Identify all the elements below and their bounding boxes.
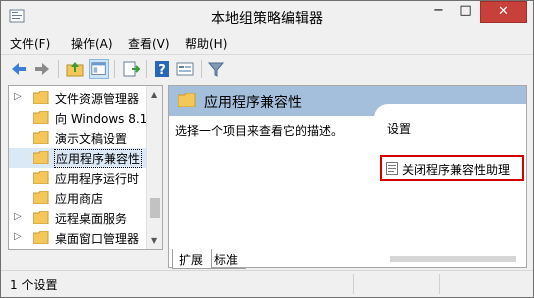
properties-icon[interactable] xyxy=(175,59,195,79)
policy-setting-icon xyxy=(386,162,398,175)
list-item[interactable]: 关闭程序兼容性助理 xyxy=(380,155,524,181)
navigation-tree[interactable]: ▷ 文件资源管理器 向 Windows 8.1 演示文稿设置 应用程序兼容性 应… xyxy=(8,85,163,250)
toolbar-separator xyxy=(201,60,202,78)
toolbar: ? xyxy=(1,54,533,82)
toolbar-separator xyxy=(114,60,115,78)
toolbar-separator xyxy=(146,60,147,78)
folder-icon xyxy=(33,211,49,224)
tree-item-label: 应用程序兼容性 xyxy=(54,149,143,168)
folder-icon xyxy=(33,91,49,104)
back-arrow-icon[interactable] xyxy=(9,59,29,79)
details-title: 应用程序兼容性 xyxy=(204,95,302,111)
list-column-header[interactable]: 设置 xyxy=(387,120,411,137)
menu-action[interactable]: 操作(A) xyxy=(71,35,113,52)
description-text: 选择一个项目来查看它的描述。 xyxy=(175,124,344,138)
status-divider xyxy=(353,274,354,294)
tab-extended[interactable]: 扩展 xyxy=(172,249,212,269)
status-divider xyxy=(439,274,440,294)
chevron-right-icon[interactable]: ▷ xyxy=(14,211,22,222)
menu-help[interactable]: 帮助(H) xyxy=(185,35,227,52)
tree-item-label: 桌面窗口管理器 xyxy=(55,232,140,246)
maximize-button[interactable]: □ xyxy=(452,1,479,23)
chevron-right-icon[interactable]: ▷ xyxy=(14,231,22,242)
folder-icon xyxy=(33,191,49,204)
window: 本地组策略编辑器 − □ ✕ 文件(F) 操作(A) 查看(V) 帮助(H) ?… xyxy=(0,0,534,298)
svg-text:?: ? xyxy=(158,63,166,78)
folder-icon xyxy=(178,93,196,107)
tab-standard[interactable]: 标准 xyxy=(212,249,246,269)
details-pane: 应用程序兼容性 选择一个项目来查看它的描述。 设置 关闭程序兼容性助理 xyxy=(168,85,527,268)
tree-item-file-explorer[interactable]: ▷ 文件资源管理器 xyxy=(9,88,149,108)
tree-item-label: 远程桌面服务 xyxy=(55,212,128,226)
tree-item-app-runtime[interactable]: 应用程序运行时 xyxy=(9,168,149,188)
status-text: 1 个设置 xyxy=(10,278,58,292)
menu-view[interactable]: 查看(V) xyxy=(128,35,170,52)
folder-icon xyxy=(33,151,49,164)
tree-vertical-scrollbar[interactable]: ▲ ▼ xyxy=(146,86,162,249)
menu-file[interactable]: 文件(F) xyxy=(10,35,50,52)
tree-item-presentation-settings[interactable]: 演示文稿设置 xyxy=(9,128,149,148)
settings-list: 设置 关闭程序兼容性助理 xyxy=(374,104,526,249)
folder-icon xyxy=(33,111,49,124)
filter-icon[interactable] xyxy=(206,59,226,79)
export-list-icon[interactable] xyxy=(121,59,141,79)
menu-bar: 文件(F) 操作(A) 查看(V) 帮助(H) xyxy=(1,33,533,53)
close-button[interactable]: ✕ xyxy=(480,1,527,23)
forward-arrow-icon[interactable] xyxy=(32,59,52,79)
tree-item-app-compatibility[interactable]: 应用程序兼容性 xyxy=(9,148,149,168)
view-tabs: 扩展 标准 xyxy=(168,249,468,269)
tree-item-windows-81[interactable]: 向 Windows 8.1 xyxy=(9,108,149,128)
up-folder-icon[interactable] xyxy=(65,59,85,79)
tree-item-label: 应用程序运行时 xyxy=(55,172,140,186)
folder-icon xyxy=(33,231,49,244)
list-item-label: 关闭程序兼容性助理 xyxy=(402,163,511,177)
tree-item-label: 演示文稿设置 xyxy=(55,132,128,146)
chevron-right-icon[interactable]: ▷ xyxy=(14,91,22,102)
tree-item-label: 向 Windows 8.1 xyxy=(55,112,148,126)
folder-icon xyxy=(33,171,49,184)
minimize-button[interactable]: − xyxy=(425,1,452,23)
toolbar-separator xyxy=(58,60,59,78)
help-icon[interactable]: ? xyxy=(152,59,172,79)
title-bar: 本地组策略编辑器 − □ ✕ xyxy=(1,1,533,31)
tree-item-store[interactable]: 应用商店 xyxy=(9,188,149,208)
scroll-up-icon[interactable]: ▲ xyxy=(151,90,157,99)
scroll-down-icon[interactable]: ▼ xyxy=(151,236,157,245)
tree-item-label: 文件资源管理器 xyxy=(55,92,140,106)
show-hide-tree-icon[interactable] xyxy=(89,59,109,79)
scrollbar-thumb[interactable] xyxy=(150,198,160,218)
tree-item-label: 应用商店 xyxy=(55,192,104,206)
tree-item-desktop-window-manager[interactable]: ▷ 桌面窗口管理器 xyxy=(9,228,149,248)
folder-icon xyxy=(33,131,49,144)
status-bar: 1 个设置 xyxy=(1,270,533,297)
tree-item-remote-desktop[interactable]: ▷ 远程桌面服务 xyxy=(9,208,149,228)
